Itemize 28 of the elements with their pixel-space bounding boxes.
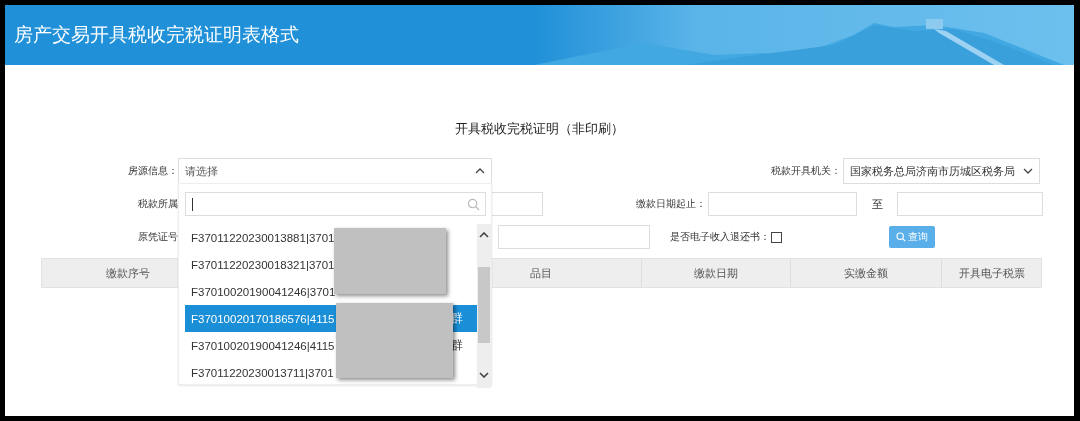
column-header: 实缴金额 <box>791 259 943 287</box>
checkbox[interactable] <box>771 231 782 243</box>
date-field[interactable] <box>708 192 857 216</box>
dropdown-option[interactable]: F37011220230013711|3701 <box>185 359 477 386</box>
scrollbar[interactable] <box>477 224 491 388</box>
office-select[interactable]: 国家税务总局济南市历城区税务局 <box>843 158 1040 184</box>
dropdown-option[interactable]: F37011220230013881|3701 <box>185 224 477 251</box>
input-field[interactable] <box>498 225 650 249</box>
column-header: 开具电子税票 <box>957 265 1026 282</box>
date-field[interactable] <box>897 192 1043 216</box>
field-label: 房源信息： <box>127 164 178 178</box>
chevron-down-icon <box>479 372 489 378</box>
field-label: 税款所属 <box>137 197 178 211</box>
field-label: 税款开具机关： <box>771 164 841 178</box>
dropdown-option[interactable]: F37010020190041246|4115 群 <box>185 332 477 359</box>
column-header: 缴款日期 <box>642 259 792 287</box>
search-field[interactable] <box>185 192 486 216</box>
page-title: 房产交易开具税收完税证明表格式 <box>14 22 299 47</box>
field-label: 原凭证号 <box>137 230 178 244</box>
field-label: 是否电子收入退还书： <box>669 230 770 244</box>
search-icon <box>896 232 906 242</box>
range-separator: 至 <box>870 196 884 212</box>
chevron-down-icon <box>1023 168 1033 174</box>
form-title: 开具税收完税证明（非印刷） <box>454 120 625 138</box>
chevron-up-icon <box>479 232 489 238</box>
chevron-up-icon <box>475 168 485 174</box>
search-icon <box>467 197 480 211</box>
field-label: 缴款日期起止： <box>635 197 706 211</box>
